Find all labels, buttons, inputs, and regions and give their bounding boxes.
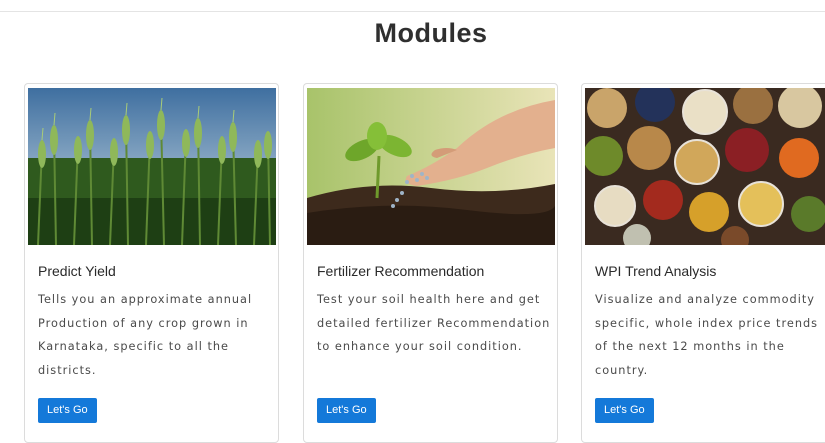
grains-and-spices-image: [585, 88, 825, 245]
card-title: Predict Yield: [38, 263, 116, 279]
module-card-fertilizer-recommendation: Fertilizer Recommendation Test your soil…: [303, 83, 558, 443]
page-title: Modules: [374, 18, 488, 48]
card-title: Fertilizer Recommendation: [317, 263, 485, 279]
card-title: WPI Trend Analysis: [595, 263, 717, 279]
module-card-predict-yield: Predict Yield Tells you an approximate a…: [24, 83, 279, 443]
lets-go-button-predict-yield[interactable]: Let's Go: [38, 398, 97, 423]
card-description: Tells you an approximate annual Producti…: [38, 293, 253, 377]
card-description: Visualize and analyze commodity specific…: [595, 293, 819, 377]
top-divider: [0, 11, 825, 12]
module-card-wpi-trend-analysis: WPI Trend Analysis Visualize and analyze…: [581, 83, 825, 443]
wheat-field-image: [28, 88, 276, 245]
lets-go-button-fertilizer-recommendation[interactable]: Let's Go: [317, 398, 376, 423]
card-description: Test your soil health here and get detai…: [317, 293, 551, 353]
lets-go-button-wpi-trend-analysis[interactable]: Let's Go: [595, 398, 654, 423]
hand-fertilizing-seedling-image: [307, 88, 555, 245]
